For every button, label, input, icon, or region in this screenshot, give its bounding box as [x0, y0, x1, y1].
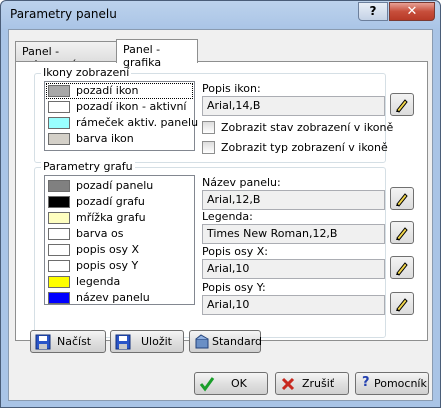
y-axis-label: Popis osy Y: [202, 281, 266, 294]
list-item[interactable]: barva os [48, 227, 198, 242]
graph-color-list[interactable]: pozadí panelu pozadí grafu mřížka grafu … [44, 175, 195, 305]
list-item[interactable]: barva ikon [48, 132, 198, 147]
cancel-button-label: Zrušiť [302, 377, 335, 390]
tab-panel-zobrazeni[interactable]: Panel - zobrazení [15, 41, 117, 71]
list-item-label: pozadí ikon - aktivní [76, 100, 187, 113]
standard-button[interactable]: Standard [189, 330, 263, 353]
list-item[interactable]: pozadí ikon - aktivní [48, 100, 198, 115]
dialog-client: Panel - zobrazení Panel - grafika Ikony … [8, 29, 433, 401]
list-item-label: pozadí ikon [76, 84, 139, 97]
close-icon [281, 377, 295, 391]
list-item[interactable]: pozadí panelu [48, 179, 198, 194]
list-item-label: pozadí panelu [76, 179, 154, 192]
color-swatch [48, 276, 70, 288]
x-axis-label: Popis osy X: [202, 245, 268, 258]
close-button[interactable]: ✕ [389, 2, 435, 21]
edit-y-axis-font-button[interactable] [390, 292, 414, 315]
list-item-label: mřížka grafu [76, 211, 146, 224]
panel-name-label: Název panelu: [202, 176, 281, 189]
list-item[interactable]: popis osy Y [48, 259, 198, 274]
color-swatch [48, 85, 70, 97]
help-button[interactable]: ? Pomocník [355, 372, 429, 395]
legend-font-field[interactable]: Times New Roman,12,B [202, 224, 385, 244]
help-button-label: Pomocník [374, 377, 427, 390]
show-type-label: Zobrazit typ zobrazení v ikoně [221, 141, 388, 154]
x-axis-font-field[interactable]: Arial,10 [202, 259, 385, 279]
color-swatch [48, 133, 70, 145]
pencil-icon [396, 298, 408, 312]
color-swatch [48, 260, 70, 272]
edit-legend-font-button[interactable] [390, 221, 414, 244]
save-button[interactable]: Uložit [110, 330, 184, 353]
show-state-label: Zobrazit stav zobrazení v ikoně [221, 121, 394, 134]
standard-button-label: Standard [212, 335, 263, 348]
edit-icon-font-button[interactable] [390, 93, 414, 116]
list-item[interactable]: legenda [48, 275, 198, 290]
show-state-checkbox[interactable] [202, 121, 215, 134]
color-swatch [48, 117, 70, 129]
window-title: Parametry panelu [10, 7, 117, 21]
graph-group-title: Parametry grafu [41, 160, 135, 173]
list-item-label: barva ikon [76, 132, 134, 145]
floppy-disk-icon [115, 334, 131, 350]
list-item-label: popis osy X [76, 243, 139, 256]
icon-font-field[interactable]: Arial,14,B [202, 96, 385, 116]
icons-color-list[interactable]: pozadí ikon pozadí ikon - aktivní rámeče… [44, 81, 198, 151]
color-swatch [48, 244, 70, 256]
pencil-icon [396, 193, 408, 207]
tab-panel-grafika[interactable]: Panel - grafika [116, 39, 198, 69]
list-item-label: legenda [76, 275, 121, 288]
pencil-icon [396, 262, 408, 276]
load-button[interactable]: Načíst [30, 330, 106, 353]
load-button-label: Načíst [57, 335, 92, 348]
help-title-button[interactable]: ? [358, 2, 388, 21]
reset-icon [195, 334, 209, 349]
list-item-label: rámeček aktiv. panelu [76, 116, 199, 129]
color-swatch [48, 292, 70, 304]
icon-font-label: Popis ikon: [202, 82, 261, 95]
color-swatch [48, 196, 70, 208]
edit-x-axis-font-button[interactable] [390, 256, 414, 279]
y-axis-font-field[interactable]: Arial,10 [202, 295, 385, 315]
tab-panel-content: Ikony zobrazení pozadí ikon pozadí ikon … [15, 61, 428, 341]
color-swatch [48, 228, 70, 240]
legend-label: Legenda: [202, 210, 253, 223]
list-item-label: pozadí grafu [76, 195, 145, 208]
list-item[interactable]: mřížka grafu [48, 211, 198, 226]
list-item[interactable]: popis osy X [48, 243, 198, 258]
list-item[interactable]: název panelu [48, 291, 198, 306]
pencil-icon [396, 227, 408, 241]
title-bar[interactable]: Parametry panelu ? ✕ [1, 1, 440, 28]
edit-panel-name-font-button[interactable] [390, 187, 414, 210]
save-button-label: Uložit [141, 335, 172, 348]
show-type-checkbox[interactable] [202, 141, 215, 154]
question-mark-icon: ? [362, 375, 370, 390]
list-item[interactable]: rámeček aktiv. panelu [48, 116, 198, 131]
color-swatch [48, 101, 70, 113]
list-item-label: barva os [76, 227, 124, 240]
checkmark-icon [199, 377, 215, 392]
list-item[interactable]: pozadí grafu [48, 195, 198, 210]
dialog-window: Parametry panelu ? ✕ Panel - zobrazení P… [0, 0, 441, 408]
ok-button[interactable]: OK [194, 372, 268, 395]
list-item[interactable]: pozadí ikon [48, 84, 198, 99]
floppy-disk-icon [35, 334, 51, 350]
panel-name-font-field[interactable]: Arial,12,B [202, 190, 385, 210]
ok-button-label: OK [231, 377, 247, 390]
list-item-label: popis osy Y [76, 259, 139, 272]
icons-group-title: Ikony zobrazení [41, 66, 132, 79]
list-item-label: název panelu [76, 291, 150, 304]
color-swatch [48, 180, 70, 192]
cancel-button[interactable]: Zrušiť [275, 372, 349, 395]
pencil-icon [396, 99, 408, 113]
color-swatch [48, 212, 70, 224]
